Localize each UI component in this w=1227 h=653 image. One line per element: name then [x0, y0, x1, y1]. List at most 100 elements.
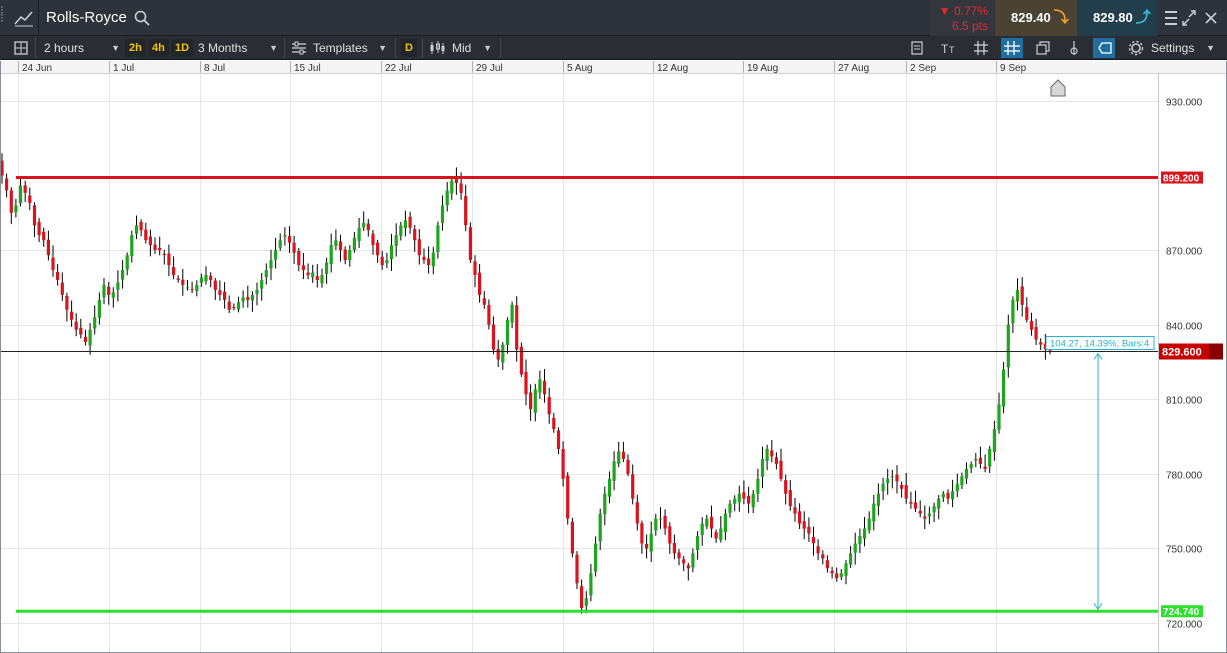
line-chart-icon[interactable]	[12, 6, 36, 30]
buy-price: 829.80	[1093, 10, 1133, 25]
indicators-icon[interactable]	[906, 38, 928, 58]
candle-down	[181, 279, 185, 285]
candle-up	[394, 235, 398, 246]
sell-button[interactable]: 829.40 ⤵	[995, 0, 1077, 36]
candle-down	[227, 301, 231, 310]
settings-gear-icon[interactable]	[1125, 38, 1147, 58]
candle-up	[733, 498, 737, 504]
candle-up	[969, 463, 973, 469]
date-tick-label: 19 Aug	[747, 63, 778, 74]
candle-up	[18, 185, 23, 204]
change-percent: ▼ 0.77%	[938, 4, 988, 18]
search-icon[interactable]	[133, 9, 151, 27]
interval-select[interactable]: 2 hours	[44, 36, 120, 60]
settings-menu[interactable]: Settings	[1151, 36, 1215, 60]
candle-up	[719, 528, 723, 540]
templates-select[interactable]: Templates	[313, 36, 387, 60]
candle-down	[570, 521, 574, 554]
candle-up	[450, 180, 454, 194]
price-tick-label: 840.000	[1166, 322, 1203, 333]
drag-handle-icon[interactable]: ⁝ ⁝	[0, 4, 6, 30]
candle-up	[278, 240, 282, 248]
price-type-icon[interactable]	[426, 38, 448, 58]
candle-down	[900, 485, 904, 489]
candle-up	[876, 493, 880, 506]
candle-down	[23, 185, 27, 193]
interval-1d-button[interactable]: 1D	[171, 39, 194, 57]
candle-down	[376, 242, 380, 256]
candle-down	[682, 559, 686, 564]
price-type-select[interactable]: Mid	[452, 36, 492, 60]
candle-down	[524, 371, 528, 395]
text-tool-icon[interactable]: T T	[938, 38, 960, 58]
range-select[interactable]: 3 Months	[198, 36, 278, 60]
candle-down	[148, 236, 152, 246]
expand-icon[interactable]	[1178, 6, 1200, 30]
drawing-tool-icon[interactable]	[1063, 38, 1085, 58]
price-tick-label: 930.000	[1166, 98, 1203, 109]
candle-down	[631, 474, 635, 499]
candle-down	[167, 253, 171, 265]
candle-up	[737, 493, 741, 503]
candle-down	[107, 286, 111, 295]
interval-2h-button[interactable]: 2h	[125, 39, 146, 57]
candle-down	[427, 258, 431, 265]
candle-down	[686, 565, 690, 569]
price-tick-label: 810.000	[1166, 396, 1203, 407]
candle-up	[269, 260, 273, 269]
candle-up	[932, 506, 936, 513]
candle-down	[672, 542, 676, 554]
candle-down	[408, 216, 412, 228]
date-tick-label: 29 Jul	[476, 63, 503, 74]
candle-down	[983, 466, 987, 469]
candle-down	[742, 492, 746, 499]
candle-down	[913, 502, 918, 509]
candle-up	[436, 225, 440, 253]
candle-down	[496, 348, 500, 360]
candle-up	[195, 284, 199, 291]
candle-up	[858, 536, 862, 545]
candle-down	[478, 272, 482, 295]
candle-up	[691, 553, 695, 568]
date-tick-label: 27 Aug	[838, 63, 869, 74]
crosshair-icon[interactable]	[1001, 38, 1023, 58]
candle-up	[862, 528, 867, 539]
interval-4h-button[interactable]: 4h	[148, 39, 169, 57]
candle-down	[547, 397, 551, 415]
grid-icon[interactable]	[970, 38, 992, 58]
templates-icon[interactable]	[288, 38, 310, 58]
candle-up	[649, 533, 653, 552]
instrument-name[interactable]: Rolls-Royce	[46, 9, 127, 26]
price-chart[interactable]: 24 Jun 1 Jul 8 Jul 15 Jul 22 Jul 29 Jul 5 Aug 1…	[0, 61, 1227, 653]
candle-up	[696, 536, 700, 551]
candle-up	[283, 235, 287, 237]
candle-down	[371, 233, 375, 246]
layout-icon[interactable]	[10, 38, 32, 58]
candle-down	[422, 256, 426, 261]
measure-tool-icon[interactable]	[1093, 38, 1115, 58]
close-icon[interactable]	[1200, 6, 1222, 30]
candle-down	[802, 521, 806, 529]
candle-up	[311, 272, 315, 278]
candle-down	[580, 586, 584, 609]
candle-down	[1025, 307, 1029, 320]
candle-down	[162, 253, 166, 256]
candle-up	[881, 483, 885, 491]
candle-down	[635, 502, 639, 524]
candle-up	[385, 260, 389, 264]
candlestick-chart[interactable]: 24 Jun 1 Jul 8 Jul 15 Jul 22 Jul 29 Jul 5 Aug 1…	[0, 61, 1227, 653]
candle-down	[232, 307, 236, 308]
candle-down	[482, 298, 486, 305]
candle-up	[501, 344, 505, 363]
candle-down	[909, 502, 913, 504]
candle-up	[134, 225, 139, 234]
compare-icon[interactable]	[1032, 38, 1054, 58]
candle-down	[65, 296, 69, 310]
buy-button[interactable]: 829.80 ⤴	[1077, 0, 1157, 36]
measure-label: 104.27, 14.39%, Bars:4	[1050, 339, 1149, 350]
candle-up	[236, 302, 241, 310]
date-tick-label: 24 Jun	[22, 63, 52, 74]
candle-down	[56, 272, 60, 280]
candle-up	[951, 491, 955, 500]
d-button[interactable]: D	[401, 39, 417, 57]
